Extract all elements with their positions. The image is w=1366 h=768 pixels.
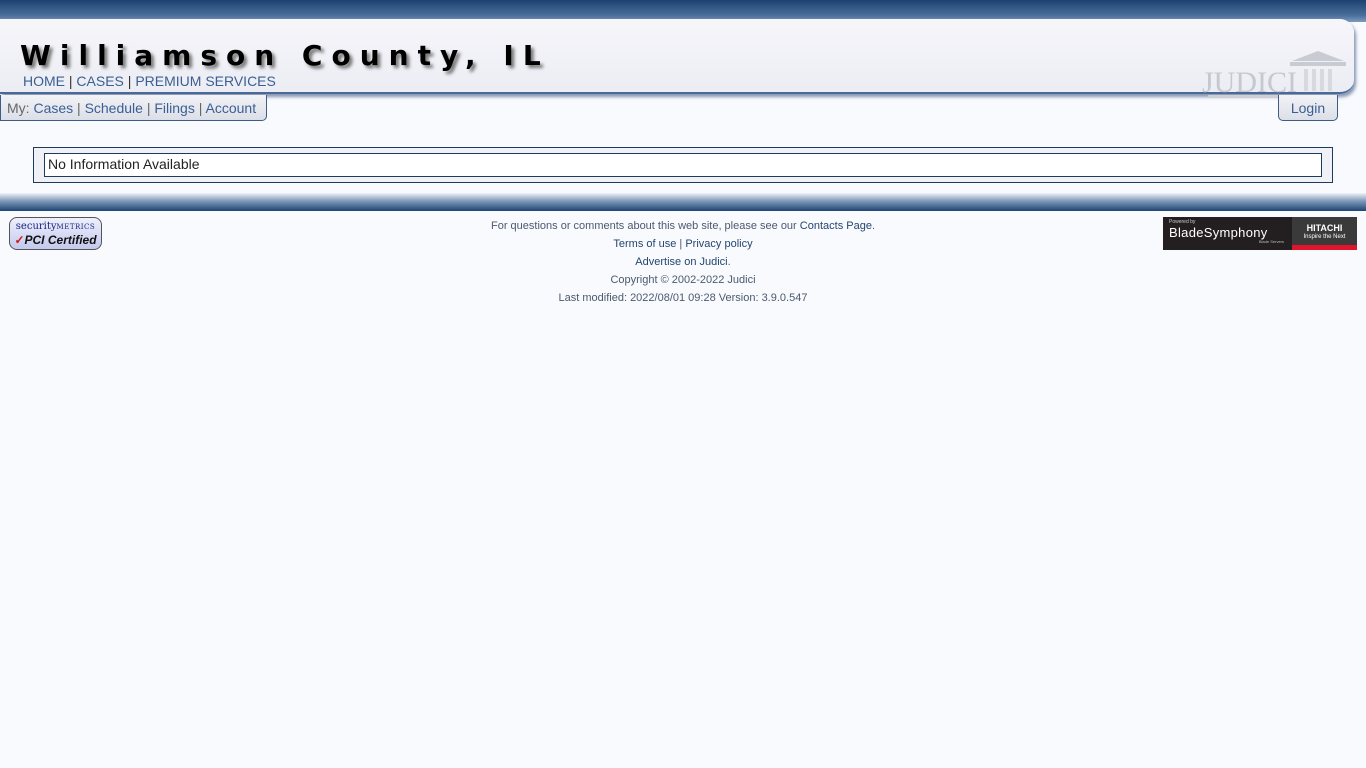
checkmark-icon: ✓ bbox=[14, 233, 25, 247]
last-modified-text: Last modified: 2022/08/01 09:28 Version:… bbox=[558, 292, 808, 304]
blade-servers-text: Blade Servers bbox=[1258, 239, 1284, 244]
advertise-link[interactable]: Advertise on Judici bbox=[635, 256, 727, 268]
my-separator: | bbox=[146, 100, 151, 116]
my-cases-link[interactable]: Cases bbox=[33, 100, 73, 116]
pci-badge-bottom: ✓PCI Certified bbox=[10, 233, 101, 247]
footer-advertise-line: Advertise on Judici. bbox=[383, 253, 983, 271]
privacy-policy-link[interactable]: Privacy policy bbox=[685, 238, 752, 250]
footer-questions-text: For questions or comments about this web… bbox=[491, 220, 800, 232]
nav-cases-link[interactable]: CASES bbox=[76, 73, 123, 89]
footer-questions-line: For questions or comments about this web… bbox=[383, 217, 983, 235]
hitachi-text: HITACHI bbox=[1306, 223, 1343, 233]
pci-certified-badge[interactable]: securityMETRICS ✓PCI Certified bbox=[9, 217, 102, 250]
contacts-page-link[interactable]: Contacts Page bbox=[800, 220, 872, 232]
bladesymphony-logo: Powered by BladeSymphony Blade Servers bbox=[1163, 217, 1292, 250]
hitachi-logo: HITACHI Inspire the Next bbox=[1292, 217, 1357, 250]
login-button[interactable]: Login bbox=[1278, 95, 1338, 121]
terms-of-use-link[interactable]: Terms of use bbox=[613, 238, 676, 250]
main-nav: HOME | CASES | PREMIUM SERVICES bbox=[23, 73, 276, 89]
footer-policy-line: Terms of use | Privacy policy bbox=[383, 235, 983, 253]
pci-metrics-text: METRICS bbox=[56, 223, 96, 231]
nav-premium-services-link[interactable]: PREMIUM SERVICES bbox=[135, 73, 276, 89]
info-message: No Information Available bbox=[44, 153, 1322, 177]
nav-separator: | bbox=[68, 73, 73, 89]
bladesymphony-text: BladeSymphony bbox=[1169, 225, 1268, 240]
my-menu-bar: My: Cases | Schedule | Filings | Account bbox=[0, 95, 267, 121]
my-separator: | bbox=[77, 100, 81, 116]
bladesymphony-hitachi-badge[interactable]: Powered by BladeSymphony Blade Servers H… bbox=[1163, 217, 1357, 250]
nav-separator: | bbox=[127, 73, 132, 89]
pci-badge-top: securityMETRICS bbox=[10, 221, 101, 233]
my-schedule-link[interactable]: Schedule bbox=[85, 100, 143, 116]
header-panel: Williamson County, IL HOME | CASES | PRE… bbox=[0, 19, 1354, 99]
my-prefix: My: bbox=[7, 100, 30, 116]
footer-bar bbox=[0, 193, 1366, 211]
nav-home-link[interactable]: HOME bbox=[23, 73, 65, 89]
footer-separator: | bbox=[679, 238, 683, 250]
copyright-text: Copyright © 2002-2022 Judici bbox=[610, 274, 756, 286]
my-account-link[interactable]: Account bbox=[206, 100, 257, 116]
hitachi-tagline: Inspire the Next bbox=[1303, 234, 1346, 240]
my-separator: | bbox=[198, 100, 203, 116]
footer-period: . bbox=[727, 256, 731, 268]
pci-certified-text: PCI Certified bbox=[24, 233, 97, 247]
my-filings-link[interactable]: Filings bbox=[154, 100, 194, 116]
pci-security-text: security bbox=[15, 221, 57, 232]
footer-period: . bbox=[871, 220, 875, 232]
footer-info: For questions or comments about this web… bbox=[383, 217, 983, 307]
site-title: Williamson County, IL bbox=[20, 39, 550, 72]
info-box: No Information Available bbox=[33, 147, 1333, 183]
